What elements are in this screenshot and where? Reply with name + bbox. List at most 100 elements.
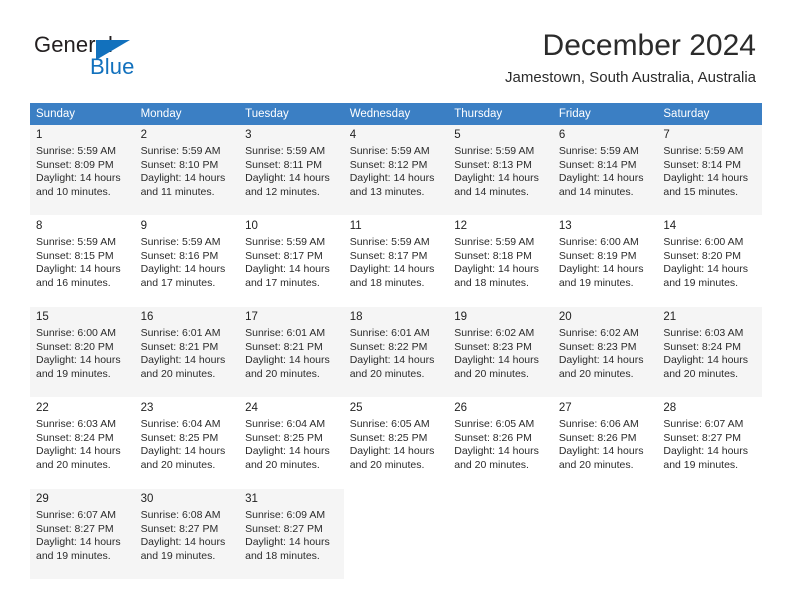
daylight-text-line2: and 20 minutes. bbox=[663, 367, 739, 380]
sunset-text: Sunset: 8:20 PM bbox=[663, 249, 742, 262]
day-cell-inner: 19 Sunrise: 6:02 AM Sunset: 8:23 PM Dayligh… bbox=[448, 307, 553, 397]
calendar-day-cell[interactable]: 4 Sunrise: 5:59 AM Sunset: 8:12 PM Daylight… bbox=[343, 125, 449, 216]
daylight-text-line1: Daylight: 14 hours bbox=[245, 445, 330, 458]
daylight-text-line1: Daylight: 14 hours bbox=[663, 354, 749, 367]
sunrise-text: Sunrise: 6:01 AM bbox=[245, 327, 326, 339]
calendar-day-cell[interactable]: 10 Sunrise: 5:59 AM Sunset: 8:17 PM Dayligh… bbox=[239, 215, 344, 307]
daylight-text-line1: Daylight: 14 hours bbox=[663, 263, 749, 276]
calendar-day-cell[interactable]: 18 Sunrise: 6:01 AM Sunset: 8:22 PM Dayligh… bbox=[343, 306, 449, 398]
calendar-day-cell[interactable]: 25 Sunrise: 6:05 AM Sunset: 8:25 PM Dayligh… bbox=[343, 397, 449, 489]
calendar-day-cell[interactable]: 24 Sunrise: 6:04 AM Sunset: 8:25 PM Dayligh… bbox=[239, 397, 344, 489]
sunrise-text: Sunrise: 5:59 AM bbox=[36, 236, 116, 248]
daylight-text-line2: and 20 minutes. bbox=[558, 458, 634, 471]
day-details: Sunrise: 6:09 AM Sunset: 8:27 PM Daylight:… bbox=[245, 509, 338, 563]
day-cell-inner: 1 Sunrise: 5:59 AM Sunset: 8:09 PM Daylight… bbox=[30, 125, 135, 215]
sunset-text: Sunset: 8:24 PM bbox=[663, 340, 742, 353]
sunset-text: Sunset: 8:09 PM bbox=[36, 158, 114, 171]
weekday-header-wednesday: Wednesday bbox=[343, 103, 449, 125]
calendar-cell-empty bbox=[657, 488, 762, 580]
day-cell-inner: 14 Sunrise: 6:00 AM Sunset: 8:20 PM Dayligh… bbox=[657, 216, 762, 306]
calendar-day-cell[interactable]: 3 Sunrise: 5:59 AM Sunset: 8:11 PM Daylight… bbox=[239, 125, 344, 216]
day-cell-inner: 5 Sunrise: 5:59 AM Sunset: 8:13 PM Daylight… bbox=[448, 125, 553, 215]
calendar-day-cell[interactable]: 2 Sunrise: 5:59 AM Sunset: 8:10 PM Daylight… bbox=[134, 125, 240, 216]
day-details: Sunrise: 5:59 AM Sunset: 8:14 PM Daylight:… bbox=[559, 145, 652, 199]
daylight-text-line1: Daylight: 14 hours bbox=[140, 354, 226, 367]
daylight-text-line1: Daylight: 14 hours bbox=[558, 354, 644, 367]
sunrise-text: Sunrise: 6:03 AM bbox=[663, 327, 744, 339]
sunrise-text: Sunrise: 6:00 AM bbox=[36, 327, 116, 339]
daylight-text-line1: Daylight: 14 hours bbox=[245, 536, 330, 549]
day-details: Sunrise: 6:03 AM Sunset: 8:24 PM Daylight:… bbox=[36, 418, 129, 472]
calendar-day-cell[interactable]: 16 Sunrise: 6:01 AM Sunset: 8:21 PM Dayligh… bbox=[134, 306, 240, 398]
weekday-header-friday: Friday bbox=[552, 103, 658, 125]
daylight-text-line2: and 15 minutes. bbox=[663, 185, 739, 198]
sunset-text: Sunset: 8:25 PM bbox=[349, 431, 428, 444]
calendar-week-row: 29 Sunrise: 6:07 AM Sunset: 8:27 PM Dayligh… bbox=[30, 488, 762, 580]
sunrise-text: Sunrise: 6:04 AM bbox=[245, 418, 326, 430]
calendar-day-cell[interactable]: 11 Sunrise: 5:59 AM Sunset: 8:17 PM Dayligh… bbox=[343, 215, 449, 307]
day-cell-inner: 15 Sunrise: 6:00 AM Sunset: 8:20 PM Dayligh… bbox=[30, 307, 135, 397]
sunset-text: Sunset: 8:26 PM bbox=[558, 431, 637, 444]
calendar-page: General Blue December 2024 Jamestown, So… bbox=[0, 0, 792, 612]
day-details: Sunrise: 5:59 AM Sunset: 8:14 PM Daylight:… bbox=[663, 145, 756, 199]
sunrise-text: Sunrise: 6:00 AM bbox=[663, 236, 744, 248]
daylight-text-line2: and 20 minutes. bbox=[454, 367, 529, 380]
calendar-day-cell[interactable]: 17 Sunrise: 6:01 AM Sunset: 8:21 PM Dayligh… bbox=[239, 306, 344, 398]
location-subtitle: Jamestown, South Australia, Australia bbox=[505, 69, 756, 86]
day-details: Sunrise: 6:01 AM Sunset: 8:21 PM Daylight:… bbox=[245, 327, 338, 381]
daylight-text-line2: and 10 minutes. bbox=[36, 185, 111, 198]
calendar-day-cell[interactable]: 27 Sunrise: 6:06 AM Sunset: 8:26 PM Dayligh… bbox=[552, 397, 658, 489]
daylight-text-line1: Daylight: 14 hours bbox=[349, 354, 435, 367]
sunrise-text: Sunrise: 5:59 AM bbox=[349, 236, 430, 248]
sunset-text: Sunset: 8:16 PM bbox=[140, 249, 219, 262]
calendar-day-cell[interactable]: 7 Sunrise: 5:59 AM Sunset: 8:14 PM Daylight… bbox=[657, 125, 762, 216]
daylight-text-line2: and 20 minutes. bbox=[36, 458, 111, 471]
day-cell-inner: 22 Sunrise: 6:03 AM Sunset: 8:24 PM Dayligh… bbox=[30, 398, 135, 488]
sunset-text: Sunset: 8:15 PM bbox=[36, 249, 114, 262]
weekday-header-saturday: Saturday bbox=[657, 103, 762, 125]
daylight-text-line1: Daylight: 14 hours bbox=[454, 172, 539, 185]
calendar-day-cell[interactable]: 12 Sunrise: 5:59 AM Sunset: 8:18 PM Dayligh… bbox=[448, 215, 553, 307]
calendar-day-cell[interactable]: 28 Sunrise: 6:07 AM Sunset: 8:27 PM Dayligh… bbox=[657, 397, 762, 489]
day-cell-inner: 10 Sunrise: 5:59 AM Sunset: 8:17 PM Dayligh… bbox=[239, 216, 344, 306]
calendar-day-cell[interactable]: 29 Sunrise: 6:07 AM Sunset: 8:27 PM Dayligh… bbox=[30, 488, 135, 580]
sunrise-text: Sunrise: 5:59 AM bbox=[140, 145, 221, 157]
sunrise-text: Sunrise: 6:04 AM bbox=[140, 418, 221, 430]
calendar-day-cell[interactable]: 8 Sunrise: 5:59 AM Sunset: 8:15 PM Daylight… bbox=[30, 215, 135, 307]
daylight-text-line1: Daylight: 14 hours bbox=[140, 536, 226, 549]
daylight-text-line1: Daylight: 14 hours bbox=[349, 445, 435, 458]
day-cell-inner: 25 Sunrise: 6:05 AM Sunset: 8:25 PM Dayligh… bbox=[343, 398, 449, 488]
daylight-text-line2: and 19 minutes. bbox=[36, 549, 111, 562]
calendar-day-cell[interactable]: 26 Sunrise: 6:05 AM Sunset: 8:26 PM Dayligh… bbox=[448, 397, 553, 489]
sunset-text: Sunset: 8:19 PM bbox=[558, 249, 637, 262]
calendar-day-cell[interactable]: 1 Sunrise: 5:59 AM Sunset: 8:09 PM Daylight… bbox=[30, 125, 135, 216]
calendar-day-cell[interactable]: 20 Sunrise: 6:02 AM Sunset: 8:23 PM Dayligh… bbox=[552, 306, 658, 398]
sunset-text: Sunset: 8:10 PM bbox=[140, 158, 219, 171]
calendar-day-cell[interactable]: 5 Sunrise: 5:59 AM Sunset: 8:13 PM Daylight… bbox=[448, 125, 553, 216]
sunset-text: Sunset: 8:18 PM bbox=[454, 249, 532, 262]
calendar-day-cell[interactable]: 15 Sunrise: 6:00 AM Sunset: 8:20 PM Dayligh… bbox=[30, 306, 135, 398]
general-blue-logo[interactable]: General Blue bbox=[34, 33, 234, 83]
daylight-text-line1: Daylight: 14 hours bbox=[140, 172, 226, 185]
calendar-day-cell[interactable]: 6 Sunrise: 5:59 AM Sunset: 8:14 PM Daylight… bbox=[552, 125, 658, 216]
day-number: 23 bbox=[140, 402, 154, 414]
calendar-day-cell[interactable]: 30 Sunrise: 6:08 AM Sunset: 8:27 PM Dayligh… bbox=[134, 488, 240, 580]
day-details: Sunrise: 6:05 AM Sunset: 8:26 PM Daylight:… bbox=[454, 418, 547, 472]
daylight-text-line1: Daylight: 14 hours bbox=[36, 536, 121, 549]
daylight-text-line2: and 19 minutes. bbox=[36, 367, 111, 380]
calendar-day-cell[interactable]: 21 Sunrise: 6:03 AM Sunset: 8:24 PM Dayligh… bbox=[657, 306, 762, 398]
calendar-day-cell[interactable]: 22 Sunrise: 6:03 AM Sunset: 8:24 PM Dayligh… bbox=[30, 397, 135, 489]
calendar-day-cell[interactable]: 14 Sunrise: 6:00 AM Sunset: 8:20 PM Dayligh… bbox=[657, 215, 762, 307]
calendar-day-cell[interactable]: 13 Sunrise: 6:00 AM Sunset: 8:19 PM Dayligh… bbox=[552, 215, 658, 307]
day-number: 14 bbox=[663, 220, 677, 232]
sunrise-text: Sunrise: 6:05 AM bbox=[454, 418, 535, 430]
day-number: 13 bbox=[558, 220, 572, 232]
calendar-day-cell[interactable]: 31 Sunrise: 6:09 AM Sunset: 8:27 PM Dayligh… bbox=[239, 488, 344, 580]
calendar-day-cell[interactable]: 23 Sunrise: 6:04 AM Sunset: 8:25 PM Dayligh… bbox=[134, 397, 240, 489]
daylight-text-line1: Daylight: 14 hours bbox=[140, 445, 226, 458]
daylight-text-line1: Daylight: 14 hours bbox=[245, 172, 330, 185]
calendar-day-cell[interactable]: 19 Sunrise: 6:02 AM Sunset: 8:23 PM Dayligh… bbox=[448, 306, 553, 398]
sunrise-text: Sunrise: 6:07 AM bbox=[36, 509, 116, 521]
calendar-day-cell[interactable]: 9 Sunrise: 5:59 AM Sunset: 8:16 PM Daylight… bbox=[134, 215, 240, 307]
day-cell-inner: 17 Sunrise: 6:01 AM Sunset: 8:21 PM Dayligh… bbox=[239, 307, 344, 397]
